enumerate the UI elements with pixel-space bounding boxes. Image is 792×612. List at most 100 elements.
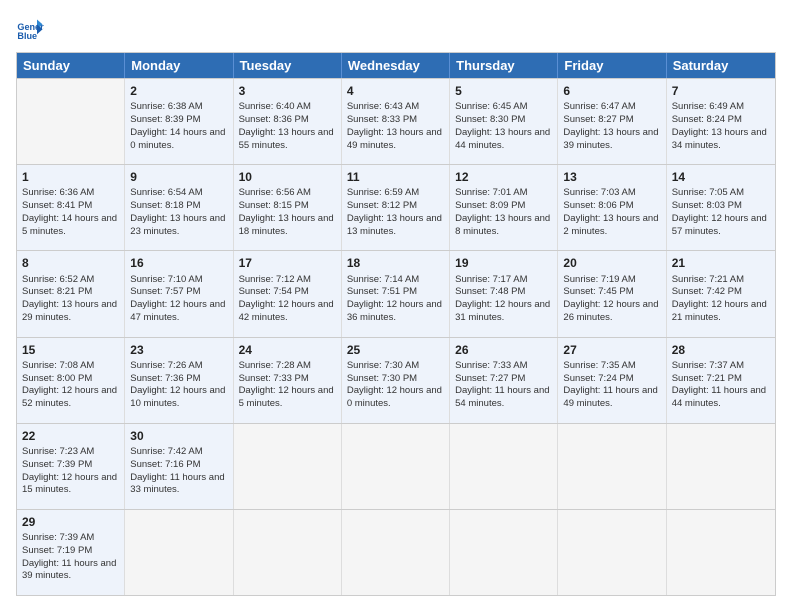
calendar-body: 2Sunrise: 6:38 AM Sunset: 8:39 PM Daylig… <box>17 78 775 595</box>
calendar-cell: 18Sunrise: 7:14 AM Sunset: 7:51 PM Dayli… <box>342 251 450 336</box>
calendar-cell: 27Sunrise: 7:35 AM Sunset: 7:24 PM Dayli… <box>558 338 666 423</box>
day-info: Sunrise: 7:39 AM <box>22 532 94 543</box>
day-info: Daylight: 12 hours <box>672 299 749 310</box>
calendar-cell: 24Sunrise: 7:28 AM Sunset: 7:33 PM Dayli… <box>234 338 342 423</box>
calendar-cell: 2Sunrise: 6:38 AM Sunset: 8:39 PM Daylig… <box>125 79 233 164</box>
header: General Blue <box>16 16 776 44</box>
calendar-cell: 11Sunrise: 6:59 AM Sunset: 8:12 PM Dayli… <box>342 165 450 250</box>
day-info: Daylight: 11 hours <box>672 385 748 396</box>
header-day-tuesday: Tuesday <box>234 53 342 78</box>
day-info: Sunset: 8:33 PM <box>347 114 417 125</box>
day-info: Daylight: 13 hours <box>563 213 640 224</box>
day-number: 28 <box>672 342 770 358</box>
day-info: Sunrise: 7:37 AM <box>672 360 744 371</box>
day-number: 30 <box>130 428 227 444</box>
day-number: 17 <box>239 255 336 271</box>
day-info: Sunrise: 7:19 AM <box>563 274 635 285</box>
calendar-cell: 29Sunrise: 7:39 AM Sunset: 7:19 PM Dayli… <box>17 510 125 595</box>
calendar-cell: 30Sunrise: 7:42 AM Sunset: 7:16 PM Dayli… <box>125 424 233 509</box>
day-info: Daylight: 12 hours <box>239 385 316 396</box>
day-info: Sunrise: 6:47 AM <box>563 101 635 112</box>
calendar-cell <box>17 79 125 164</box>
day-info: Sunrise: 7:14 AM <box>347 274 419 285</box>
day-info: Daylight: 11 hours <box>130 472 206 483</box>
day-info: Sunrise: 6:52 AM <box>22 274 94 285</box>
day-info: Daylight: 13 hours <box>672 127 749 138</box>
day-info: Daylight: 12 hours <box>22 385 99 396</box>
day-number: 22 <box>22 428 119 444</box>
day-info: Sunrise: 7:28 AM <box>239 360 311 371</box>
logo: General Blue <box>16 16 48 44</box>
day-info: Sunset: 7:57 PM <box>130 286 200 297</box>
day-number: 3 <box>239 83 336 99</box>
day-info: Daylight: 12 hours <box>130 299 207 310</box>
calendar-cell: 22Sunrise: 7:23 AM Sunset: 7:39 PM Dayli… <box>17 424 125 509</box>
day-number: 14 <box>672 169 770 185</box>
day-info: Daylight: 12 hours <box>455 299 532 310</box>
day-info: Daylight: 12 hours <box>347 299 424 310</box>
day-info: Sunset: 7:19 PM <box>22 545 92 556</box>
day-number: 7 <box>672 83 770 99</box>
calendar-cell <box>558 424 666 509</box>
calendar-cell <box>667 424 775 509</box>
calendar-cell: 14Sunrise: 7:05 AM Sunset: 8:03 PM Dayli… <box>667 165 775 250</box>
calendar-cell: 20Sunrise: 7:19 AM Sunset: 7:45 PM Dayli… <box>558 251 666 336</box>
calendar-row-0: 2Sunrise: 6:38 AM Sunset: 8:39 PM Daylig… <box>17 78 775 164</box>
day-info: Daylight: 12 hours <box>347 385 424 396</box>
calendar-cell: 12Sunrise: 7:01 AM Sunset: 8:09 PM Dayli… <box>450 165 558 250</box>
calendar-cell: 7Sunrise: 6:49 AM Sunset: 8:24 PM Daylig… <box>667 79 775 164</box>
day-info: Sunrise: 6:56 AM <box>239 187 311 198</box>
calendar-cell: 5Sunrise: 6:45 AM Sunset: 8:30 PM Daylig… <box>450 79 558 164</box>
day-info: Daylight: 13 hours <box>239 213 316 224</box>
day-info: Sunset: 7:27 PM <box>455 373 525 384</box>
day-number: 8 <box>22 255 119 271</box>
day-info: Sunset: 8:15 PM <box>239 200 309 211</box>
day-info: Daylight: 11 hours <box>22 558 98 569</box>
day-info: Sunset: 7:45 PM <box>563 286 633 297</box>
calendar-cell: 16Sunrise: 7:10 AM Sunset: 7:57 PM Dayli… <box>125 251 233 336</box>
day-info: Sunset: 8:12 PM <box>347 200 417 211</box>
header-day-saturday: Saturday <box>667 53 775 78</box>
calendar-cell <box>342 424 450 509</box>
day-info: Sunset: 7:21 PM <box>672 373 742 384</box>
day-info: Sunrise: 6:54 AM <box>130 187 202 198</box>
day-number: 20 <box>563 255 660 271</box>
day-info: Sunrise: 7:05 AM <box>672 187 744 198</box>
day-info: Sunset: 7:54 PM <box>239 286 309 297</box>
day-number: 23 <box>130 342 227 358</box>
day-number: 27 <box>563 342 660 358</box>
day-number: 6 <box>563 83 660 99</box>
day-info: Sunset: 8:24 PM <box>672 114 742 125</box>
calendar-cell <box>558 510 666 595</box>
calendar-cell: 19Sunrise: 7:17 AM Sunset: 7:48 PM Dayli… <box>450 251 558 336</box>
day-info: Sunset: 8:00 PM <box>22 373 92 384</box>
day-info: Sunrise: 7:01 AM <box>455 187 527 198</box>
day-number: 11 <box>347 169 444 185</box>
calendar-cell: 6Sunrise: 6:47 AM Sunset: 8:27 PM Daylig… <box>558 79 666 164</box>
day-info: Sunset: 7:36 PM <box>130 373 200 384</box>
calendar-cell: 8Sunrise: 6:52 AM Sunset: 8:21 PM Daylig… <box>17 251 125 336</box>
calendar-cell <box>342 510 450 595</box>
day-info: Daylight: 13 hours <box>347 213 424 224</box>
calendar-row-2: 8Sunrise: 6:52 AM Sunset: 8:21 PM Daylig… <box>17 250 775 336</box>
day-number: 1 <box>22 169 119 185</box>
calendar-cell: 4Sunrise: 6:43 AM Sunset: 8:33 PM Daylig… <box>342 79 450 164</box>
day-info: Daylight: 13 hours <box>239 127 316 138</box>
day-number: 26 <box>455 342 552 358</box>
day-info: Daylight: 12 hours <box>239 299 316 310</box>
day-number: 25 <box>347 342 444 358</box>
day-info: Sunset: 8:36 PM <box>239 114 309 125</box>
calendar-cell: 9Sunrise: 6:54 AM Sunset: 8:18 PM Daylig… <box>125 165 233 250</box>
calendar-cell: 26Sunrise: 7:33 AM Sunset: 7:27 PM Dayli… <box>450 338 558 423</box>
day-number: 2 <box>130 83 227 99</box>
day-info: Sunrise: 7:17 AM <box>455 274 527 285</box>
day-info: Daylight: 14 hours <box>22 213 99 224</box>
day-info: Sunset: 8:18 PM <box>130 200 200 211</box>
calendar-cell <box>234 510 342 595</box>
day-info: Sunrise: 7:08 AM <box>22 360 94 371</box>
day-info: Sunset: 7:33 PM <box>239 373 309 384</box>
day-number: 13 <box>563 169 660 185</box>
day-info: Daylight: 11 hours <box>455 385 531 396</box>
day-info: Sunset: 7:30 PM <box>347 373 417 384</box>
calendar-cell: 10Sunrise: 6:56 AM Sunset: 8:15 PM Dayli… <box>234 165 342 250</box>
